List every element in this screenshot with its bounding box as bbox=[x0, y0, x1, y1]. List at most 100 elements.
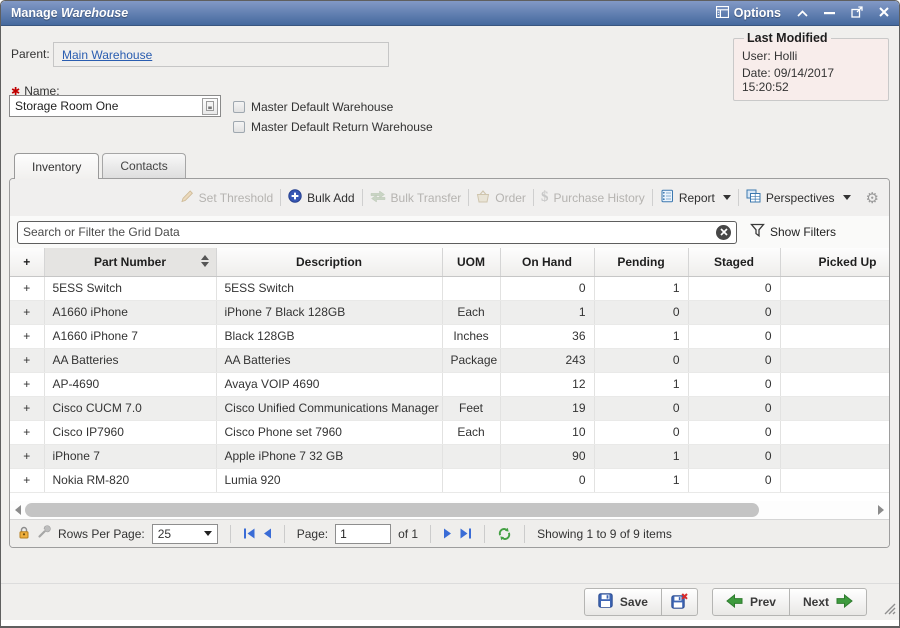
name-field-picker-button[interactable] bbox=[202, 98, 218, 115]
minimize-button[interactable] bbox=[824, 6, 835, 20]
report-dropdown-button[interactable]: Report bbox=[653, 189, 738, 206]
lock-icon[interactable] bbox=[18, 526, 30, 542]
wrench-icon[interactable] bbox=[37, 525, 51, 542]
rows-per-page-select[interactable]: 25 bbox=[152, 524, 218, 544]
cell-part: Cisco CUCM 7.0 bbox=[44, 396, 216, 420]
arrow-left-icon bbox=[726, 594, 743, 611]
popout-button[interactable] bbox=[851, 6, 863, 21]
rows-per-page-label: Rows Per Page: bbox=[58, 527, 145, 541]
title-bar: Manage Warehouse Options bbox=[1, 1, 899, 26]
scrollbar-track[interactable] bbox=[23, 503, 876, 517]
row-expand-toggle[interactable]: + bbox=[10, 444, 44, 468]
first-page-button[interactable] bbox=[243, 528, 256, 539]
table-row[interactable]: +5ESS Switch5ESS Switch010 bbox=[10, 276, 889, 300]
horizontal-scrollbar[interactable] bbox=[10, 501, 889, 519]
options-button[interactable]: Options bbox=[716, 6, 781, 21]
purchase-history-button[interactable]: $ Purchase History bbox=[534, 189, 652, 206]
row-expand-toggle[interactable]: + bbox=[10, 468, 44, 492]
cell-picked_up bbox=[780, 420, 889, 444]
save-button[interactable]: Save bbox=[584, 588, 662, 616]
scrollbar-thumb[interactable] bbox=[25, 503, 759, 517]
tab-contacts[interactable]: Contacts bbox=[102, 153, 185, 178]
cell-part: AP-4690 bbox=[44, 372, 216, 396]
table-row[interactable]: +Cisco IP7960Cisco Phone set 7960Each100… bbox=[10, 420, 889, 444]
row-expand-toggle[interactable]: + bbox=[10, 276, 44, 300]
cell-on_hand: 0 bbox=[500, 276, 594, 300]
cell-on_hand: 10 bbox=[500, 420, 594, 444]
window-title: Manage Warehouse bbox=[11, 6, 128, 20]
prev-button[interactable]: Prev bbox=[712, 588, 790, 616]
cell-picked_up bbox=[780, 372, 889, 396]
resize-grip[interactable] bbox=[883, 602, 896, 618]
search-input[interactable] bbox=[23, 225, 716, 239]
header-expand[interactable]: + bbox=[10, 248, 44, 276]
table-row[interactable]: +iPhone 7Apple iPhone 7 32 GB9010 bbox=[10, 444, 889, 468]
perspectives-dropdown-button[interactable]: Perspectives bbox=[739, 189, 858, 206]
save-floppy-icon bbox=[598, 593, 613, 611]
next-page-button[interactable] bbox=[443, 528, 452, 539]
row-expand-toggle[interactable]: + bbox=[10, 372, 44, 396]
header-picked-up[interactable]: Picked Up bbox=[780, 248, 889, 276]
row-expand-toggle[interactable]: + bbox=[10, 324, 44, 348]
header-staged[interactable]: Staged bbox=[688, 248, 780, 276]
row-expand-toggle[interactable]: + bbox=[10, 396, 44, 420]
next-button[interactable]: Next bbox=[789, 588, 867, 616]
table-row[interactable]: +Cisco CUCM 7.0Cisco Unified Communicati… bbox=[10, 396, 889, 420]
page-number-input[interactable] bbox=[335, 524, 391, 544]
dollar-icon: $ bbox=[541, 189, 549, 206]
tab-inventory[interactable]: Inventory bbox=[14, 153, 99, 179]
grid-toolbar: Set Threshold Bulk Add Bulk Transfer Ord… bbox=[10, 179, 889, 216]
scroll-right-arrow-icon[interactable] bbox=[876, 504, 886, 516]
order-button[interactable]: Order bbox=[469, 190, 533, 206]
cell-staged: 0 bbox=[688, 468, 780, 492]
header-pending[interactable]: Pending bbox=[594, 248, 688, 276]
save-and-close-button[interactable] bbox=[661, 588, 698, 616]
header-uom[interactable]: UOM bbox=[442, 248, 500, 276]
master-default-warehouse-checkbox[interactable] bbox=[233, 101, 245, 113]
previous-page-button[interactable] bbox=[263, 528, 272, 539]
master-default-return-warehouse-checkbox[interactable] bbox=[233, 121, 245, 133]
clear-search-button[interactable] bbox=[716, 225, 731, 240]
funnel-icon bbox=[750, 223, 765, 241]
table-row[interactable]: +A1660 iPhone 7Black 128GBInches3610 bbox=[10, 324, 889, 348]
table-row[interactable]: +A1660 iPhoneiPhone 7 Black 128GBEach100 bbox=[10, 300, 889, 324]
collapse-button[interactable] bbox=[797, 6, 808, 20]
table-row[interactable]: +AP-4690Avaya VOIP 46901210 bbox=[10, 372, 889, 396]
cell-on_hand: 12 bbox=[500, 372, 594, 396]
bulk-add-button[interactable]: Bulk Add bbox=[281, 189, 361, 206]
cell-part: A1660 iPhone 7 bbox=[44, 324, 216, 348]
header-description[interactable]: Description bbox=[216, 248, 442, 276]
cell-picked_up bbox=[780, 396, 889, 420]
close-icon bbox=[879, 6, 889, 20]
parent-warehouse-link[interactable]: Main Warehouse bbox=[62, 48, 152, 62]
showing-items-status: Showing 1 to 9 of 9 items bbox=[537, 527, 672, 541]
cell-part: 5ESS Switch bbox=[44, 276, 216, 300]
last-page-button[interactable] bbox=[459, 528, 472, 539]
scroll-left-arrow-icon[interactable] bbox=[13, 504, 23, 516]
header-on-hand[interactable]: On Hand bbox=[500, 248, 594, 276]
name-input[interactable] bbox=[15, 99, 202, 113]
cell-uom bbox=[442, 444, 500, 468]
row-expand-toggle[interactable]: + bbox=[10, 420, 44, 444]
row-expand-toggle[interactable]: + bbox=[10, 300, 44, 324]
chevron-down-icon bbox=[723, 195, 731, 200]
table-row[interactable]: +Nokia RM-820Lumia 920010 bbox=[10, 468, 889, 492]
cell-staged: 0 bbox=[688, 420, 780, 444]
cell-staged: 0 bbox=[688, 444, 780, 468]
chevron-up-icon bbox=[797, 6, 808, 20]
table-row[interactable]: +AA BatteriesAA BatteriesPackage24300 bbox=[10, 348, 889, 372]
refresh-icon[interactable] bbox=[497, 527, 512, 541]
grid-settings-gear-icon[interactable]: ⚙ bbox=[866, 189, 879, 207]
set-threshold-button[interactable]: Set Threshold bbox=[173, 189, 281, 206]
row-expand-toggle[interactable]: + bbox=[10, 348, 44, 372]
header-part-number[interactable]: Part Number bbox=[44, 248, 216, 276]
bulk-transfer-button[interactable]: Bulk Transfer bbox=[363, 190, 469, 206]
cell-picked_up bbox=[780, 276, 889, 300]
report-notebook-icon bbox=[660, 189, 674, 206]
close-button[interactable] bbox=[879, 6, 889, 20]
name-field-wrap bbox=[9, 95, 221, 117]
show-filters-button[interactable]: Show Filters bbox=[750, 223, 836, 241]
arrow-right-icon bbox=[836, 594, 853, 611]
cell-pending: 0 bbox=[594, 300, 688, 324]
inventory-panel: Set Threshold Bulk Add Bulk Transfer Ord… bbox=[9, 178, 890, 548]
